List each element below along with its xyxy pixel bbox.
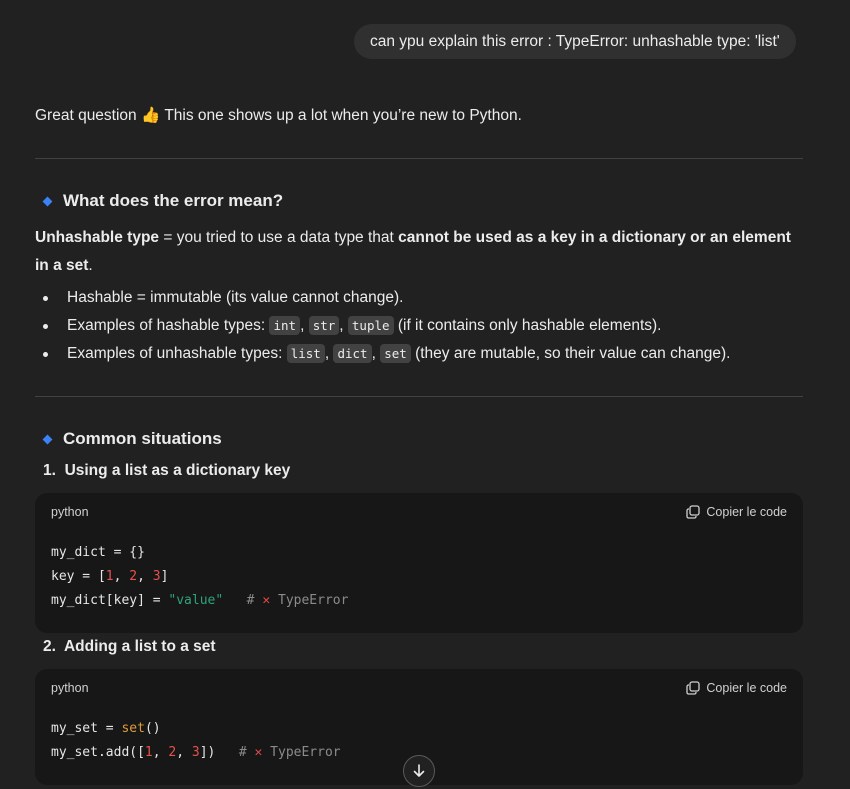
user-message-text: can ypu explain this error : TypeError: … bbox=[370, 33, 780, 50]
code-language: python bbox=[51, 681, 89, 695]
definition-term: Unhashable type bbox=[35, 229, 160, 246]
user-message-bubble: can ypu explain this error : TypeError: … bbox=[354, 24, 796, 59]
code-string: "value" bbox=[168, 593, 224, 608]
code-token: , bbox=[152, 745, 169, 760]
bullet-text: (if it contains only hashable elements). bbox=[393, 317, 662, 334]
heading-number: 1. bbox=[43, 462, 56, 479]
arrow-down-icon bbox=[413, 764, 425, 777]
code-token: my_dict = {} bbox=[51, 545, 145, 560]
code-header: python Copier le code bbox=[35, 669, 803, 707]
code-block-1: python Copier le code my_dict = {} key =… bbox=[35, 493, 803, 633]
heading-title: Adding a list to a set bbox=[63, 638, 216, 655]
code-number: 3 bbox=[152, 569, 161, 584]
list-item: Examples of hashable types: int, str, tu… bbox=[35, 312, 815, 340]
code-token: () bbox=[144, 721, 161, 736]
section-title: What does the error mean? bbox=[63, 191, 284, 210]
copy-label: Copier le code bbox=[706, 681, 787, 695]
diamond-icon bbox=[42, 196, 53, 206]
code-language: python bbox=[51, 505, 89, 519]
intro-paragraph: Great question 👍 This one shows up a lot… bbox=[35, 102, 802, 130]
code-token: ] bbox=[160, 569, 169, 584]
definition-end: . bbox=[88, 257, 93, 274]
code-comment: TypeError bbox=[270, 593, 349, 608]
thumbs-up-icon: 👍 bbox=[141, 107, 161, 124]
numbered-heading-2: 2. Adding a list to a set bbox=[43, 638, 216, 656]
copy-icon bbox=[686, 681, 701, 695]
code-number: 2 bbox=[129, 569, 138, 584]
code-token: my_set.add([ bbox=[51, 745, 145, 760]
copy-icon bbox=[686, 505, 701, 519]
section-heading-situations: Common situations bbox=[42, 429, 222, 449]
scroll-to-bottom-button[interactable] bbox=[403, 755, 435, 787]
bullet-text: Hashable = immutable (its value cannot c… bbox=[67, 289, 404, 306]
heading-title: Using a list as a dictionary key bbox=[64, 462, 291, 479]
bullet-list: Hashable = immutable (its value cannot c… bbox=[35, 284, 815, 368]
bullet-text: Examples of unhashable types: bbox=[67, 345, 287, 362]
bullet-text: (they are mutable, so their value can ch… bbox=[410, 345, 731, 362]
inline-code: int bbox=[269, 316, 301, 335]
definition-middle: = you tried to use a data type that bbox=[159, 229, 399, 246]
intro-prefix: Great question bbox=[35, 107, 137, 124]
code-number: 3 bbox=[191, 745, 200, 760]
intro-suffix: This one shows up a lot when you’re new … bbox=[164, 107, 522, 124]
copy-label: Copier le code bbox=[706, 505, 787, 519]
list-item: Examples of unhashable types: list, dict… bbox=[35, 340, 815, 368]
code-comment: TypeError bbox=[262, 745, 341, 760]
divider bbox=[35, 396, 803, 397]
code-token: my_set = bbox=[51, 721, 122, 736]
copy-code-button[interactable]: Copier le code bbox=[686, 681, 787, 695]
code-token: my_dict[key] = bbox=[51, 593, 169, 608]
code-token: , bbox=[176, 745, 192, 760]
inline-code: set bbox=[380, 344, 411, 363]
cross-mark-icon: ✕ bbox=[262, 593, 271, 608]
code-content: my_dict = {} key = [1, 2, 3] my_dict[key… bbox=[35, 531, 803, 613]
code-number: 1 bbox=[105, 569, 114, 584]
definition-paragraph: Unhashable type = you tried to use a dat… bbox=[35, 224, 802, 280]
inline-code: tuple bbox=[347, 316, 394, 335]
copy-code-button[interactable]: Copier le code bbox=[686, 505, 787, 519]
code-line: my_dict[key] = "value" # ✕ TypeError bbox=[51, 589, 787, 613]
code-line: my_dict = {} bbox=[51, 541, 787, 565]
list-item: Hashable = immutable (its value cannot c… bbox=[35, 284, 815, 312]
heading-number: 2. bbox=[43, 638, 56, 655]
inline-code: str bbox=[308, 316, 340, 335]
inline-code: dict bbox=[333, 344, 372, 363]
code-comment: # bbox=[223, 593, 263, 608]
diamond-icon bbox=[42, 434, 53, 444]
code-token: , bbox=[113, 569, 130, 584]
code-token: key = [ bbox=[51, 569, 106, 584]
code-header: python Copier le code bbox=[35, 493, 803, 531]
code-number: 1 bbox=[144, 745, 153, 760]
code-line: key = [1, 2, 3] bbox=[51, 565, 787, 589]
code-function: set bbox=[121, 721, 145, 736]
code-token: ]) bbox=[199, 745, 216, 760]
inline-code: list bbox=[286, 344, 325, 363]
code-token: , bbox=[137, 569, 153, 584]
divider bbox=[35, 158, 803, 159]
code-line: my_set = set() bbox=[51, 717, 787, 741]
section-heading-meaning: What does the error mean? bbox=[42, 191, 283, 211]
section-title: Common situations bbox=[63, 429, 222, 448]
bullet-text: Examples of hashable types: bbox=[67, 317, 270, 334]
numbered-heading-1: 1. Using a list as a dictionary key bbox=[43, 462, 290, 480]
code-comment: # bbox=[215, 745, 255, 760]
